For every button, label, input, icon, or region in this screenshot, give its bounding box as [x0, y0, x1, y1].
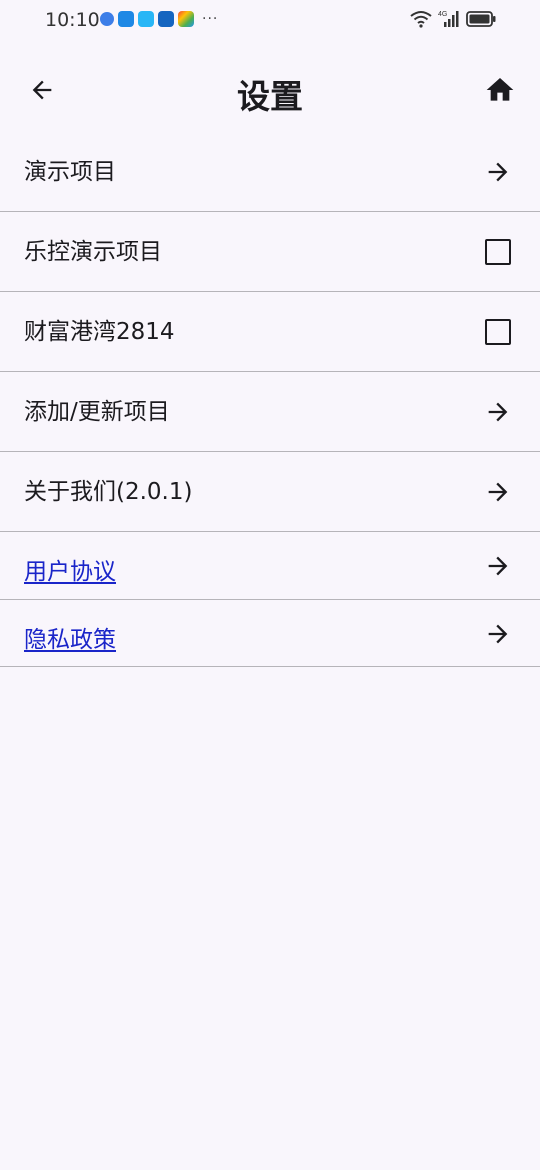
arrow-forward-button[interactable]: [482, 618, 514, 650]
page-title: 设置: [237, 77, 303, 116]
arrow-forward-button[interactable]: [482, 476, 514, 508]
home-icon: [486, 78, 514, 101]
home-button[interactable]: [480, 70, 520, 110]
user-agreement-link[interactable]: 用户协议: [24, 552, 116, 586]
arrow-forward-icon: [488, 556, 508, 576]
bulb-app-icon: [158, 11, 174, 27]
settings-item-caifu-harbor[interactable]: 财富港湾2814: [0, 292, 540, 372]
settings-list: 演示项目 乐控演示项目 财富港湾2814 添加/更新项目 关于我们(2.0.1): [0, 132, 540, 667]
notification-icons: ···: [100, 11, 218, 27]
system-status-icons: 4G: [410, 10, 496, 28]
checkbox-unchecked-icon: [485, 239, 511, 265]
app-notification-icon: [100, 12, 114, 26]
arrow-forward-icon: [488, 482, 508, 502]
settings-item-label: 添加/更新项目: [24, 399, 170, 425]
settings-item-about-us[interactable]: 关于我们(2.0.1): [0, 452, 540, 532]
settings-item-label: 乐控演示项目: [24, 239, 162, 265]
checkbox-unchecked-icon: [485, 319, 511, 345]
settings-item-lekong-demo[interactable]: 乐控演示项目: [0, 212, 540, 292]
arrow-forward-icon: [488, 162, 508, 182]
app-notification-icon: [138, 11, 154, 27]
arrow-forward-icon: [488, 624, 508, 643]
settings-item-label: 关于我们(2.0.1): [24, 479, 193, 505]
status-bar: 10:10 ··· 4G: [0, 0, 540, 42]
settings-item-privacy-policy[interactable]: 隐私政策: [0, 600, 540, 667]
arrow-forward-icon: [488, 402, 508, 422]
arrow-forward-button[interactable]: [482, 156, 514, 188]
wifi-icon: [410, 11, 432, 28]
settings-item-user-agreement[interactable]: 用户协议: [0, 532, 540, 600]
settings-item-label: 演示项目: [24, 159, 116, 185]
arrow-forward-button[interactable]: [482, 396, 514, 428]
settings-item-label: 财富港湾2814: [24, 319, 175, 345]
privacy-policy-link[interactable]: 隐私政策: [24, 620, 116, 654]
project-checkbox[interactable]: [482, 236, 514, 268]
app-notification-icon: [178, 11, 194, 27]
arrow-forward-button[interactable]: [482, 550, 514, 582]
status-time: 10:10: [45, 9, 100, 31]
app-bar: 设置: [0, 48, 540, 132]
settings-item-demo-project[interactable]: 演示项目: [0, 132, 540, 212]
cellular-signal-icon: 4G: [438, 11, 459, 27]
battery-icon: [466, 11, 496, 27]
project-checkbox[interactable]: [482, 316, 514, 348]
more-notifications-icon: ···: [202, 11, 219, 27]
weather-app-icon: [118, 11, 134, 27]
network-type-label: 4G: [438, 11, 447, 18]
settings-item-add-update-project[interactable]: 添加/更新项目: [0, 372, 540, 452]
